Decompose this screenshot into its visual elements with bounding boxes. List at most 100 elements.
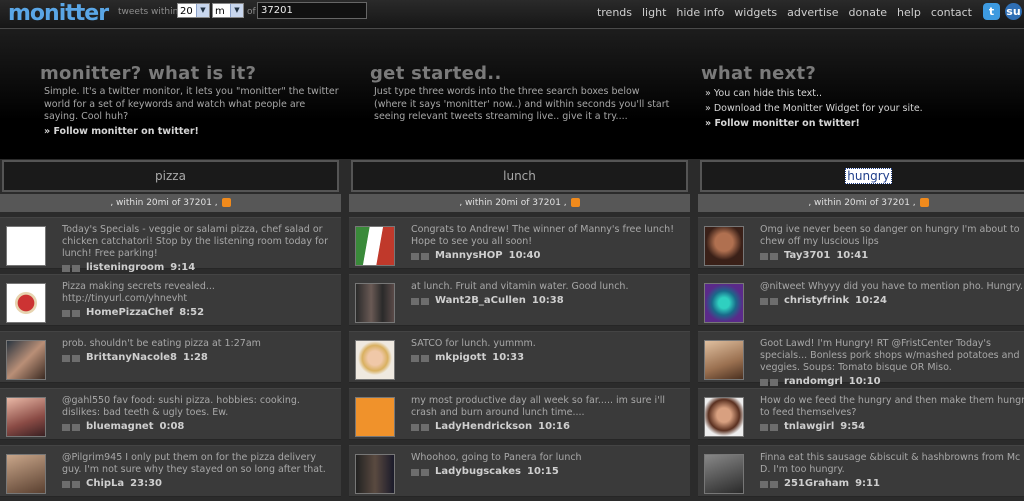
avatar[interactable] [355, 283, 395, 323]
tweet-meta: listeningroom 9:14 [62, 262, 335, 274]
retweet-icon[interactable] [770, 480, 778, 488]
retweet-icon[interactable] [72, 423, 80, 431]
tweet-meta: HomePizzaChef 8:52 [62, 307, 335, 319]
tweet-user[interactable]: MannysHOP [435, 250, 503, 262]
rss-icon[interactable] [919, 198, 929, 207]
tweet-user[interactable]: listeningroom [86, 262, 164, 274]
keyword-input-hungry[interactable]: hungry [700, 160, 1024, 192]
nav-trends[interactable]: trends [597, 6, 632, 19]
nav-help[interactable]: help [897, 6, 921, 19]
tweet-user[interactable]: Tay3701 [784, 250, 830, 262]
reply-icon[interactable] [62, 354, 70, 362]
reply-icon[interactable] [760, 378, 768, 386]
follow-link-text: Follow monitter on twitter! [53, 125, 199, 137]
get-started-section: get started.. Just type three words into… [370, 63, 670, 124]
tweet-time: 9:14 [170, 262, 196, 273]
avatar[interactable] [6, 283, 46, 323]
reply-icon[interactable] [411, 252, 419, 260]
column-pizza: pizza , within 20mi of 37201 , Today's S… [0, 160, 341, 501]
keyword-input-lunch[interactable]: lunch [351, 160, 688, 192]
retweet-icon[interactable] [421, 354, 429, 362]
avatar[interactable] [704, 397, 744, 437]
nav-donate[interactable]: donate [849, 6, 888, 19]
retweet-icon[interactable] [72, 354, 80, 362]
stumbleupon-icon[interactable]: su [1005, 3, 1022, 20]
tweet-user[interactable]: Want2B_aCullen [435, 295, 526, 307]
tweet-user[interactable]: Ladybugscakes [435, 466, 521, 478]
follow-link[interactable]: » Follow monitter on twitter! [40, 124, 340, 139]
tweet-user[interactable]: mkpigott [435, 352, 486, 364]
tweet-meta: mkpigott 10:33 [411, 352, 684, 364]
reply-icon[interactable] [760, 297, 768, 305]
keyword-input-pizza[interactable]: pizza [2, 160, 339, 192]
reply-icon[interactable] [411, 297, 419, 305]
tweet-user[interactable]: tnlawgirl [784, 421, 834, 433]
nav-light[interactable]: light [642, 6, 666, 19]
tweet-text: Whoohoo, going to Panera for lunch [411, 452, 582, 463]
nav-hide-info[interactable]: hide info [676, 6, 724, 19]
retweet-icon[interactable] [770, 252, 778, 260]
twitter-icon[interactable]: t [983, 3, 1000, 20]
follow-link-2[interactable]: » Follow monitter on twitter! [701, 116, 1001, 131]
reply-icon[interactable] [760, 480, 768, 488]
tweet-user[interactable]: HomePizzaChef [86, 307, 173, 319]
reply-icon[interactable] [62, 423, 70, 431]
unit-select[interactable]: m ▼ [212, 3, 244, 18]
monitter-logo[interactable]: monitter [8, 0, 109, 26]
top-nav: trends light hide info widgets advertise… [597, 6, 972, 19]
reply-icon[interactable] [411, 354, 419, 362]
unit-value: m [215, 6, 225, 17]
tweet-user[interactable]: BrittanyNacole8 [86, 352, 177, 364]
avatar[interactable] [6, 397, 46, 437]
tweet-user[interactable]: bluemagnet [86, 421, 154, 433]
rss-icon[interactable] [570, 198, 580, 207]
avatar[interactable] [704, 283, 744, 323]
tweet-body: Finna eat this sausage &biscuit & hashbr… [760, 452, 1024, 490]
location-input[interactable]: 37201 [257, 2, 367, 19]
tweet-meta: LadyHendrickson 10:16 [411, 421, 684, 433]
retweet-icon[interactable] [72, 309, 80, 317]
download-widget-link[interactable]: » Download the Monitter Widget for your … [701, 101, 1001, 116]
avatar[interactable] [704, 226, 744, 266]
avatar[interactable] [704, 340, 744, 380]
reply-icon[interactable] [411, 468, 419, 476]
avatar[interactable] [355, 340, 395, 380]
tweet-user[interactable]: randomgrl [784, 376, 843, 388]
avatar[interactable] [6, 226, 46, 266]
reply-icon[interactable] [760, 252, 768, 260]
retweet-icon[interactable] [770, 378, 778, 386]
avatar[interactable] [6, 454, 46, 494]
reply-icon[interactable] [62, 264, 70, 272]
reply-icon[interactable] [62, 309, 70, 317]
avatar[interactable] [355, 397, 395, 437]
retweet-icon[interactable] [770, 423, 778, 431]
avatar[interactable] [355, 454, 395, 494]
distance-select[interactable]: 20 ▼ [177, 3, 210, 18]
retweet-icon[interactable] [421, 468, 429, 476]
avatar[interactable] [704, 454, 744, 494]
nav-advertise[interactable]: advertise [787, 6, 838, 19]
retweet-icon[interactable] [72, 264, 80, 272]
retweet-icon[interactable] [421, 297, 429, 305]
nav-contact[interactable]: contact [931, 6, 972, 19]
reply-icon[interactable] [62, 480, 70, 488]
nav-widgets[interactable]: widgets [734, 6, 777, 19]
avatar[interactable] [6, 340, 46, 380]
tweet-body: prob. shouldn't be eating pizza at 1:27a… [62, 338, 335, 364]
avatar[interactable] [355, 226, 395, 266]
tweet-user[interactable]: LadyHendrickson [435, 421, 532, 433]
reply-icon[interactable] [411, 423, 419, 431]
tweet-time: 10:16 [538, 421, 570, 432]
rss-icon[interactable] [221, 198, 231, 207]
tweet-user[interactable]: 251Graham [784, 478, 849, 490]
tweet-item: @nitweet Whyyy did you have to mention p… [698, 274, 1024, 326]
reply-icon[interactable] [760, 423, 768, 431]
retweet-icon[interactable] [421, 423, 429, 431]
hide-text-link[interactable]: » You can hide this text.. [701, 86, 1001, 101]
retweet-icon[interactable] [72, 480, 80, 488]
tweet-user[interactable]: christyfrink [784, 295, 849, 307]
tweet-user[interactable]: ChipLa [86, 478, 124, 490]
chevron-down-icon: ▼ [196, 4, 209, 17]
retweet-icon[interactable] [421, 252, 429, 260]
retweet-icon[interactable] [770, 297, 778, 305]
